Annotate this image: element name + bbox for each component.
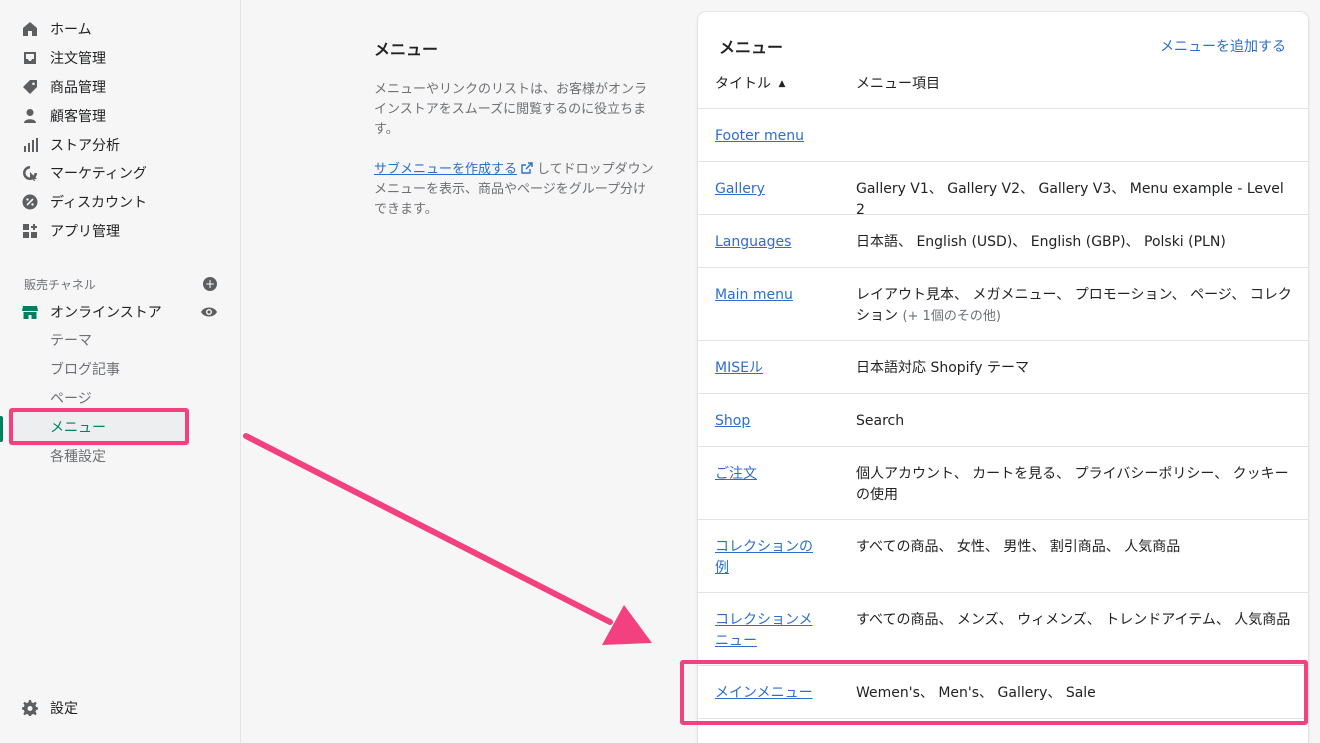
add-menu-link[interactable]: メニューを追加する xyxy=(1160,36,1286,56)
table-row: コレクションの例 すべての商品、 女性、 男性、 割引商品、 人気商品 xyxy=(698,519,1308,593)
table-row: コレクションメニュー すべての商品、 メンズ、 ウィメンズ、 トレンドアイテム、… xyxy=(698,592,1308,666)
card-title: メニュー xyxy=(719,38,784,57)
menu-title-link[interactable]: ご注文 xyxy=(715,464,823,485)
table-row: Languages 日本語、 English (USD)、 English (G… xyxy=(698,214,1308,268)
table-row: Footer menu xyxy=(698,108,1308,162)
more-items-count: (+ 1個のその他) xyxy=(902,309,1001,324)
menu-title-link[interactable]: Main menu xyxy=(715,285,823,306)
menu-title-link[interactable]: Gallery xyxy=(715,179,823,200)
menu-items: 日本語対応 Shopify テーマ xyxy=(856,360,1029,376)
column-header-items: メニュー項目 xyxy=(856,76,940,92)
table-row: ご注文 個人アカウント、 カートを見る、 プライバシーポリシー、 クッキーの使用 xyxy=(698,446,1308,520)
annotation-highlight-main-menu xyxy=(680,660,1308,725)
table-row: Main menu レイアウト見本、 メガメニュー、 プロモーション、 ページ、… xyxy=(698,267,1308,341)
table-row: Shop Search xyxy=(698,393,1308,447)
menu-title-link[interactable]: MISEル xyxy=(715,358,823,379)
menu-title-link[interactable]: Languages xyxy=(715,232,823,253)
menu-items: Search xyxy=(856,413,905,429)
menu-title-link[interactable]: コレクションメニュー xyxy=(715,610,823,652)
menu-title-link[interactable]: Footer menu xyxy=(715,126,823,147)
menu-items: レイアウト見本、 メガメニュー、 プロモーション、 ページ、 コレクション (+… xyxy=(856,285,1296,327)
sort-ascending-icon: ▲ xyxy=(778,79,786,89)
menu-table-card: メニュー メニューを追加する タイトル ▲ メニュー項目 Footer menu… xyxy=(698,12,1308,743)
table-row: MISEル 日本語対応 Shopify テーマ xyxy=(698,340,1308,394)
menu-items: 個人アカウント、 カートを見る、 プライバシーポリシー、 クッキーの使用 xyxy=(856,466,1289,503)
menu-title-link[interactable]: Shop xyxy=(715,411,823,432)
menu-items: 日本語、 English (USD)、 English (GBP)、 Polsk… xyxy=(856,234,1226,250)
table-row: Gallery Gallery V1、 Gallery V2、 Gallery … xyxy=(698,161,1308,218)
menu-items: すべての商品、 メンズ、 ウィメンズ、 トレンドアイテム、 人気商品 xyxy=(856,612,1291,628)
column-header-title[interactable]: タイトル ▲ xyxy=(715,73,785,93)
column-title-label: タイトル xyxy=(715,76,771,92)
menu-items: すべての商品、 女性、 男性、 割引商品、 人気商品 xyxy=(856,539,1181,555)
menu-title-link[interactable]: コレクションの例 xyxy=(715,537,823,579)
